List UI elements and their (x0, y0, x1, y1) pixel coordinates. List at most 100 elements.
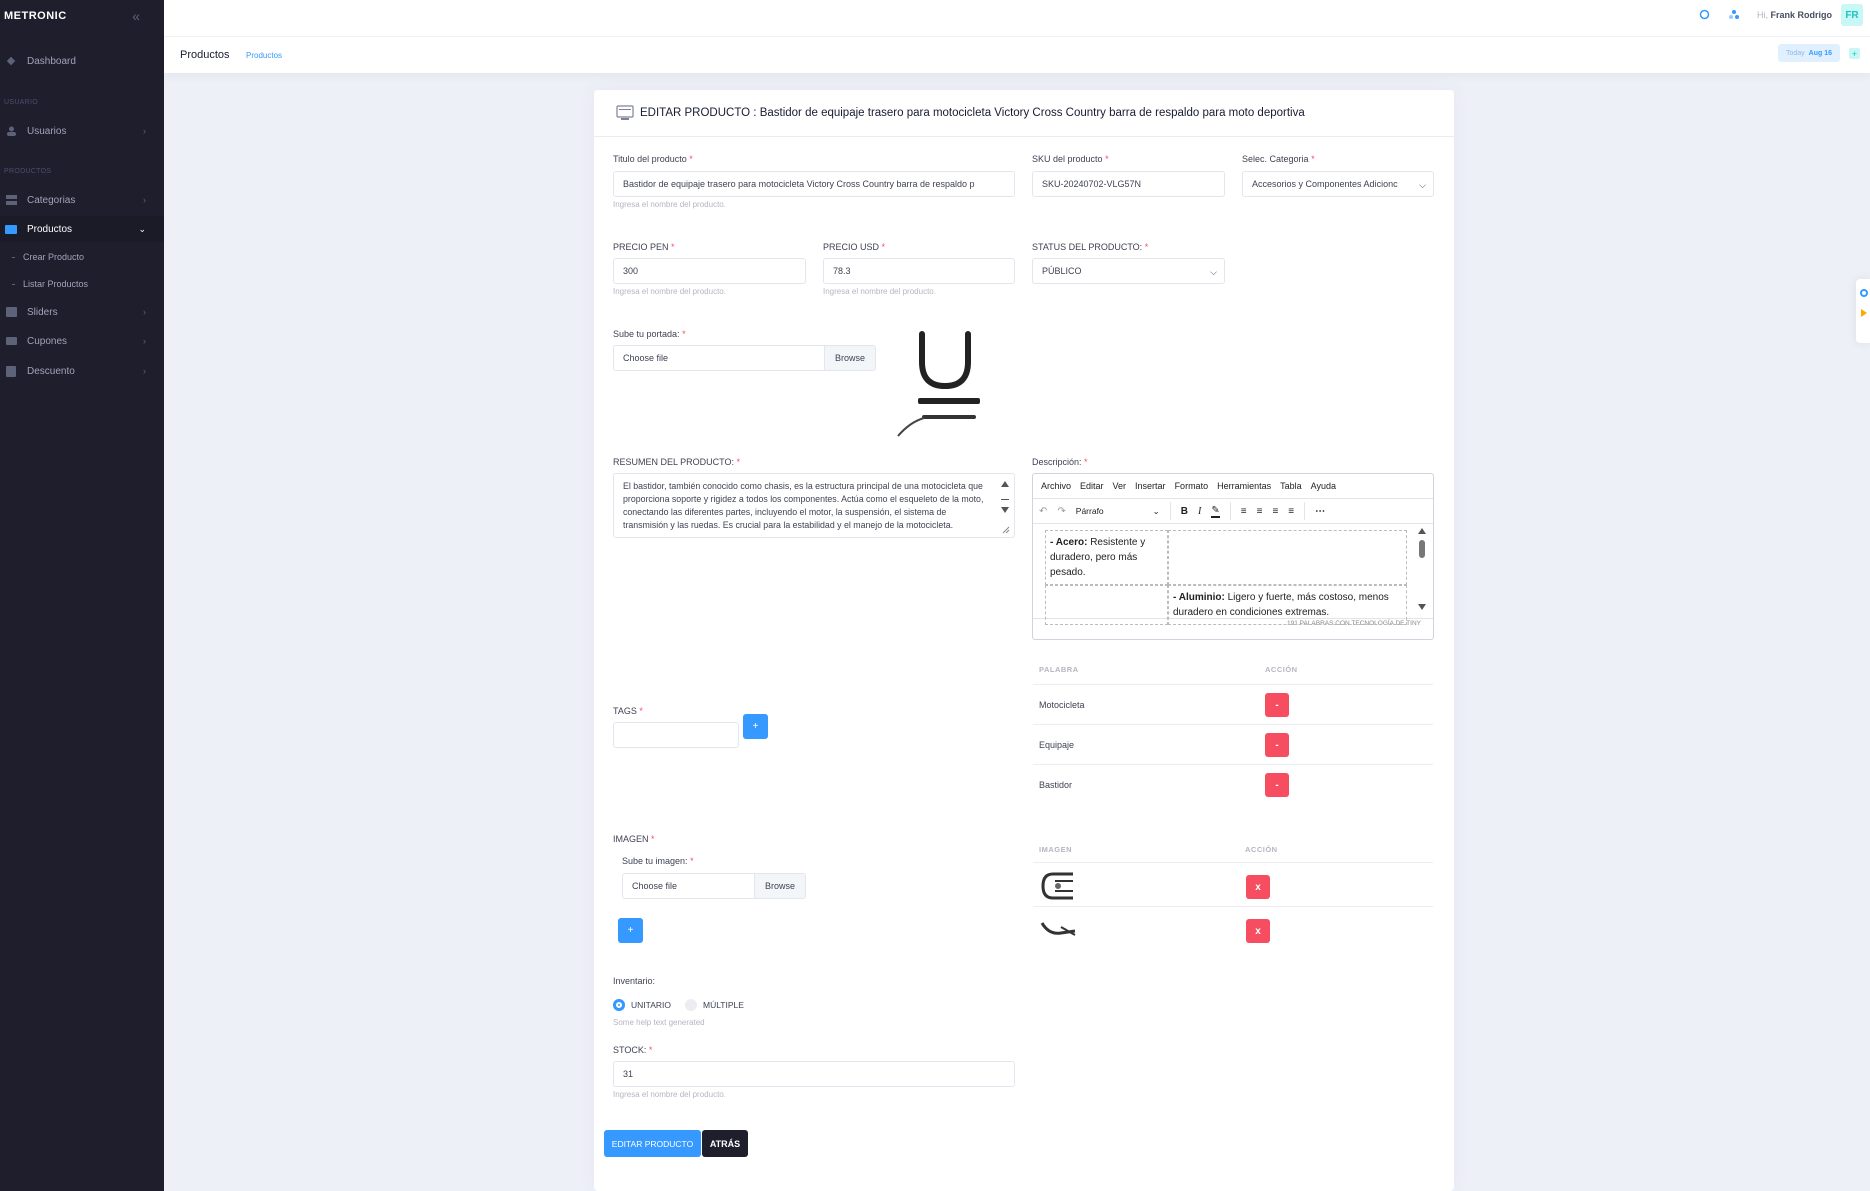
search-icon[interactable] (1699, 9, 1711, 21)
sidebar-item-label: Descuento (27, 365, 75, 377)
cell-bold-text: - Acero: (1050, 537, 1088, 548)
sidebar-subitem-crear-producto[interactable]: Crear Producto (12, 252, 84, 262)
description-editor[interactable]: Archivo Editar Ver Insertar Formato Herr… (1032, 473, 1434, 640)
editor-table-cell[interactable]: - Acero: Resistente y duradero, pero más… (1045, 530, 1168, 585)
status-select[interactable]: PÚBLICO ⌵ (1032, 258, 1225, 284)
sidebar-item-cupones[interactable]: Cupones › (0, 328, 164, 354)
breadcrumb[interactable]: Productos (246, 51, 282, 60)
editor-menu-herramientas[interactable]: Herramientas (1217, 481, 1271, 491)
block-format-value: Párrafo (1075, 505, 1104, 516)
editor-menu-insertar[interactable]: Insertar (1135, 481, 1166, 491)
titulo-input[interactable]: Bastidor de equipaje trasero para motoci… (613, 171, 1015, 197)
remove-image-button[interactable]: x (1246, 875, 1270, 899)
settings-icon[interactable] (1860, 289, 1868, 297)
stock-input[interactable]: 31 (613, 1061, 1015, 1087)
remove-image-button[interactable]: x (1246, 919, 1270, 943)
editor-menu-ayuda[interactable]: Ayuda (1311, 481, 1336, 491)
remove-tag-button[interactable]: - (1265, 733, 1289, 757)
precio-pen-label: PRECIO PEN * (613, 242, 675, 252)
edit-product-button[interactable]: EDITAR PRODUCTO (604, 1130, 701, 1157)
categoria-label: Selec. Categoria * (1242, 154, 1315, 164)
sidebar-item-categorias[interactable]: Categorias › (0, 187, 164, 213)
table-row: Bastidor - (1033, 764, 1433, 804)
chevron-down-icon: ⌵ (1419, 180, 1426, 190)
remove-tag-button[interactable]: - (1265, 693, 1289, 717)
editor-menu-ver[interactable]: Ver (1113, 481, 1127, 491)
editor-menu-archivo[interactable]: Archivo (1041, 481, 1071, 491)
editor-table-cell[interactable] (1045, 585, 1168, 625)
sube-imagen-label: Sube tu imagen: * (622, 856, 694, 866)
multiple-radio[interactable] (684, 999, 697, 1011)
required-mark: * (736, 457, 741, 467)
apps-icon[interactable] (1728, 9, 1740, 21)
editor-table-cell[interactable]: - Aluminio: Ligero y fuerte, más costoso… (1168, 585, 1407, 625)
back-button[interactable]: ATRÁS (702, 1130, 748, 1157)
precio-pen-input[interactable]: 300 (613, 258, 806, 284)
toolbar-divider (1169, 502, 1171, 520)
sidebar-subitem-listar-productos[interactable]: Listar Productos (12, 279, 88, 289)
precio-usd-help: Ingresa el nombre del producto. (823, 287, 936, 296)
remove-tag-button[interactable]: - (1265, 773, 1289, 797)
brand-logo[interactable]: METRONIC (4, 10, 67, 22)
cell-bold-text: - Aluminio: (1173, 592, 1225, 603)
label-text: SKU del producto (1032, 154, 1103, 164)
unitario-radio[interactable] (613, 999, 625, 1011)
align-right-icon[interactable]: ≡ (1272, 506, 1278, 517)
sidebar-item-usuarios[interactable]: Usuarios › (0, 118, 164, 144)
sidebar-item-label: Categorias (27, 194, 76, 206)
italic-icon[interactable]: I (1198, 506, 1201, 517)
categoria-select[interactable]: Accesorios y Componentes Adicionc ⌵ (1242, 171, 1434, 197)
highlight-color-icon[interactable]: ✎ (1211, 505, 1220, 518)
titulo-help: Ingresa el nombre del producto. (613, 200, 726, 209)
sidebar-item-sliders[interactable]: Sliders › (0, 299, 164, 325)
browse-button[interactable]: Browse (823, 346, 875, 370)
table-row: Equipaje - (1033, 724, 1433, 764)
label-text: Sube tu imagen: (622, 856, 688, 866)
block-format-select[interactable]: Párrafo ⌄ (1076, 506, 1160, 517)
align-center-icon[interactable]: ≡ (1257, 506, 1263, 517)
precio-pen-help: Ingresa el nombre del producto. (613, 287, 726, 296)
tag-text: Bastidor (1039, 780, 1073, 790)
editor-content[interactable]: - Acero: Resistente y duradero, pero más… (1033, 524, 1433, 625)
resumen-textarea[interactable]: El bastidor, también conocido como chasi… (613, 473, 1015, 538)
sidebar-item-descuento[interactable]: Descuento › (0, 358, 164, 384)
add-image-button[interactable]: + (618, 918, 643, 943)
avatar[interactable]: FR (1841, 4, 1863, 26)
portada-label: Sube tu portada: * (613, 329, 686, 339)
editor-table-cell[interactable] (1168, 530, 1407, 585)
browse-button[interactable]: Browse (753, 874, 805, 898)
radio-label: MÚLTIPLE (702, 1000, 744, 1010)
editor-menu-formato[interactable]: Formato (1175, 481, 1209, 491)
sidebar-item-dashboard[interactable]: Dashboard (0, 48, 164, 74)
undo-icon[interactable]: ↶ (1039, 506, 1047, 517)
sidebar-item-productos[interactable]: Productos ⌄ (0, 216, 164, 242)
edit-product-card: EDITAR PRODUCTO : Bastidor de equipaje t… (594, 90, 1454, 1191)
sku-input[interactable]: SKU-20240702-VLG57N (1032, 171, 1225, 197)
portada-file-input[interactable]: Choose file Browse (613, 345, 876, 371)
chevron-right-icon: › (143, 336, 146, 346)
imagen-file-input[interactable]: Choose file Browse (622, 873, 806, 899)
product-thumbnail (1041, 872, 1073, 900)
align-left-icon[interactable]: ≡ (1241, 506, 1247, 517)
redo-icon[interactable]: ↷ (1057, 506, 1065, 517)
textarea-scrollbar[interactable] (999, 478, 1011, 538)
send-icon[interactable] (1861, 309, 1867, 317)
bold-icon[interactable]: B (1181, 506, 1188, 517)
collapse-sidebar-icon[interactable]: « (132, 8, 140, 24)
editor-menu-editar[interactable]: Editar (1080, 481, 1104, 491)
tags-input[interactable] (613, 722, 739, 748)
file-name: Choose file (632, 881, 678, 891)
editor-menu-tabla[interactable]: Tabla (1280, 481, 1302, 491)
label-text: STATUS DEL PRODUCTO: (1032, 242, 1143, 252)
user-greeting[interactable]: Hi, Frank Rodrigo (1757, 10, 1832, 20)
align-justify-icon[interactable]: ≡ (1288, 506, 1294, 517)
editor-scrollbar[interactable] (1417, 526, 1427, 614)
date-chip[interactable]: Today Aug 16 (1777, 44, 1840, 62)
user-icon (5, 126, 17, 136)
add-tag-button[interactable]: + (743, 714, 768, 739)
more-icon[interactable]: ⋯ (1315, 506, 1325, 517)
precio-usd-input[interactable]: 78.3 (823, 258, 1015, 284)
quick-add-button[interactable]: + (1849, 48, 1860, 59)
greeting-text: Hi, (1756, 10, 1768, 20)
required-mark: * (648, 1045, 653, 1055)
